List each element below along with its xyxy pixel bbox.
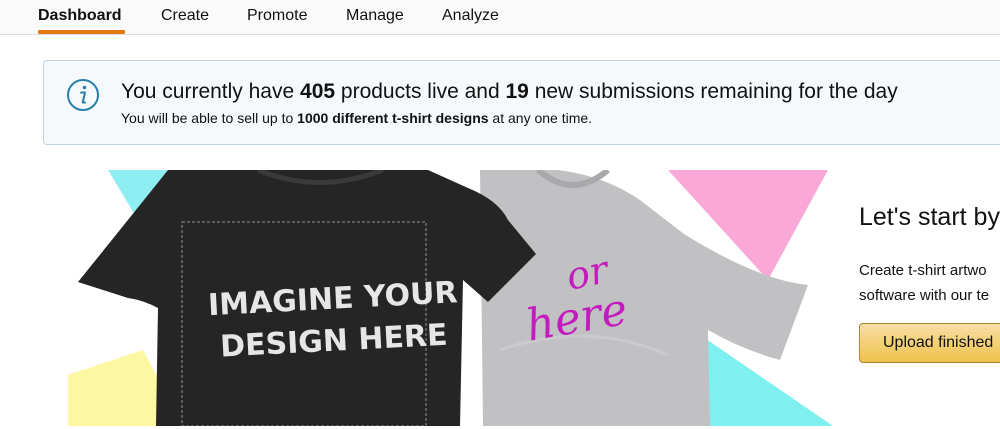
design-limit: 1000 different t-shirt designs — [297, 110, 489, 126]
top-nav: Dashboard Create Promote Manage Analyze — [0, 0, 1000, 35]
tab-analyze[interactable]: Analyze — [442, 0, 499, 31]
active-tab-indicator — [38, 30, 125, 34]
banner-description-line1: Create t-shirt artwo — [859, 262, 987, 279]
alert-subtext: You will be able to sell up to 1000 diff… — [121, 110, 592, 126]
alert-sub-suffix: at any one time. — [488, 110, 593, 126]
banner-description: Create t-shirt artwo software with our t… — [859, 258, 989, 308]
upload-button[interactable]: Upload finished — [859, 323, 1000, 363]
banner-description-line2: software with our te — [859, 287, 990, 304]
products-live-count: 405 — [300, 80, 336, 103]
tab-create[interactable]: Create — [161, 0, 209, 31]
alert-text-mid: products live and — [335, 80, 506, 103]
promo-banner: or here IMAGINE YOUR DESIGN HERE Let's s… — [68, 170, 1000, 426]
alert-text-suffix: new submissions remaining for the day — [528, 80, 898, 103]
tab-promote[interactable]: Promote — [247, 0, 307, 31]
tab-manage[interactable]: Manage — [346, 0, 404, 31]
info-icon — [67, 79, 99, 111]
info-alert: You currently have 405 products live and… — [43, 60, 1000, 145]
tab-dashboard[interactable]: Dashboard — [38, 0, 122, 31]
alert-text-prefix: You currently have — [121, 80, 301, 103]
banner-title: Let's start by — [859, 203, 1000, 231]
alert-sub-prefix: You will be able to sell up to — [121, 110, 298, 126]
alert-headline: You currently have 405 products live and… — [121, 80, 898, 104]
submissions-remaining-count: 19 — [505, 80, 529, 103]
